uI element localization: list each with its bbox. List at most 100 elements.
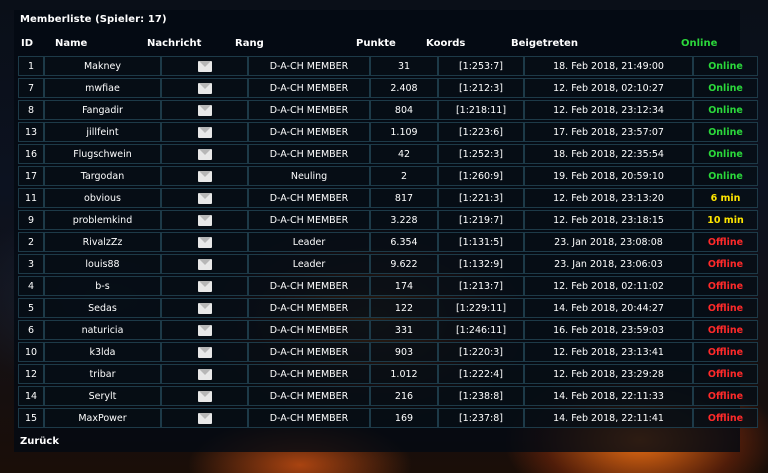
member-coords[interactable]: [1:220:3]: [438, 342, 524, 362]
header-id[interactable]: ID: [21, 38, 33, 49]
member-status: Offline: [693, 364, 758, 384]
envelope-icon[interactable]: [197, 259, 212, 270]
member-name[interactable]: problemkind: [44, 210, 161, 230]
member-name[interactable]: naturicia: [44, 320, 161, 340]
member-points: 42: [370, 144, 438, 164]
member-rank: D-A-CH MEMBER: [248, 364, 370, 384]
send-message-button[interactable]: [161, 166, 248, 186]
table-row: 4 b-s D-A-CH MEMBER 174 [1:213:7] 12. Fe…: [18, 276, 758, 296]
member-coords[interactable]: [1:212:3]: [438, 78, 524, 98]
envelope-icon[interactable]: [197, 105, 212, 116]
member-coords[interactable]: [1:219:7]: [438, 210, 524, 230]
member-name[interactable]: Serylt: [44, 386, 161, 406]
send-message-button[interactable]: [161, 320, 248, 340]
send-message-button[interactable]: [161, 342, 248, 362]
member-rank: Leader: [248, 232, 370, 252]
member-name[interactable]: obvious: [44, 188, 161, 208]
member-points: 2: [370, 166, 438, 186]
table-row: 8 Fangadir D-A-CH MEMBER 804 [1:218:11] …: [18, 100, 758, 120]
member-name[interactable]: jillfeint: [44, 122, 161, 142]
send-message-button[interactable]: [161, 210, 248, 230]
member-name[interactable]: k3lda: [44, 342, 161, 362]
envelope-icon[interactable]: [197, 347, 212, 358]
header-coords[interactable]: Koords: [426, 38, 465, 49]
member-name[interactable]: b-s: [44, 276, 161, 296]
envelope-icon[interactable]: [197, 215, 212, 226]
envelope-icon[interactable]: [197, 303, 212, 314]
envelope-icon[interactable]: [197, 413, 212, 424]
header-name[interactable]: Name: [55, 38, 87, 49]
member-name[interactable]: Targodan: [44, 166, 161, 186]
send-message-button[interactable]: [161, 144, 248, 164]
member-rank: D-A-CH MEMBER: [248, 56, 370, 76]
member-id: 16: [18, 144, 44, 164]
send-message-button[interactable]: [161, 232, 248, 252]
member-coords[interactable]: [1:246:11]: [438, 320, 524, 340]
member-coords[interactable]: [1:222:4]: [438, 364, 524, 384]
table-row: 7 mwfiae D-A-CH MEMBER 2.408 [1:212:3] 1…: [18, 78, 758, 98]
member-name[interactable]: tribar: [44, 364, 161, 384]
envelope-icon[interactable]: [197, 61, 212, 72]
member-coords[interactable]: [1:237:8]: [438, 408, 524, 428]
envelope-icon[interactable]: [197, 193, 212, 204]
member-status: Online: [693, 166, 758, 186]
header-rank[interactable]: Rang: [235, 38, 264, 49]
member-name[interactable]: Fangadir: [44, 100, 161, 120]
envelope-icon[interactable]: [197, 325, 212, 336]
member-coords[interactable]: [1:132:9]: [438, 254, 524, 274]
envelope-icon[interactable]: [197, 171, 212, 182]
header-joined[interactable]: Beigetreten: [511, 38, 578, 49]
send-message-button[interactable]: [161, 56, 248, 76]
envelope-icon[interactable]: [197, 281, 212, 292]
member-coords[interactable]: [1:238:8]: [438, 386, 524, 406]
member-points: 2.408: [370, 78, 438, 98]
send-message-button[interactable]: [161, 386, 248, 406]
member-joined: 23. Jan 2018, 23:08:08: [524, 232, 693, 252]
send-message-button[interactable]: [161, 298, 248, 318]
member-coords[interactable]: [1:252:3]: [438, 144, 524, 164]
member-name[interactable]: mwfiae: [44, 78, 161, 98]
member-status: Offline: [693, 320, 758, 340]
member-name[interactable]: MaxPower: [44, 408, 161, 428]
member-coords[interactable]: [1:218:11]: [438, 100, 524, 120]
send-message-button[interactable]: [161, 78, 248, 98]
member-id: 3: [18, 254, 44, 274]
member-rank: Leader: [248, 254, 370, 274]
member-name[interactable]: Makney: [44, 56, 161, 76]
member-coords[interactable]: [1:213:7]: [438, 276, 524, 296]
member-joined: 18. Feb 2018, 22:35:54: [524, 144, 693, 164]
send-message-button[interactable]: [161, 254, 248, 274]
member-name[interactable]: Sedas: [44, 298, 161, 318]
member-status: Offline: [693, 408, 758, 428]
member-joined: 16. Feb 2018, 23:59:03: [524, 320, 693, 340]
send-message-button[interactable]: [161, 364, 248, 384]
member-coords[interactable]: [1:223:6]: [438, 122, 524, 142]
send-message-button[interactable]: [161, 408, 248, 428]
envelope-icon[interactable]: [197, 369, 212, 380]
envelope-icon[interactable]: [197, 237, 212, 248]
member-coords[interactable]: [1:131:5]: [438, 232, 524, 252]
envelope-icon[interactable]: [197, 83, 212, 94]
back-link[interactable]: Zurück: [20, 436, 59, 447]
member-coords[interactable]: [1:253:7]: [438, 56, 524, 76]
send-message-button[interactable]: [161, 276, 248, 296]
send-message-button[interactable]: [161, 100, 248, 120]
envelope-icon[interactable]: [197, 391, 212, 402]
member-coords[interactable]: [1:221:3]: [438, 188, 524, 208]
envelope-icon[interactable]: [197, 149, 212, 160]
member-points: 331: [370, 320, 438, 340]
member-rank: D-A-CH MEMBER: [248, 78, 370, 98]
header-points[interactable]: Punkte: [356, 38, 396, 49]
send-message-button[interactable]: [161, 122, 248, 142]
member-coords[interactable]: [1:260:9]: [438, 166, 524, 186]
member-name[interactable]: RivalzZz: [44, 232, 161, 252]
table-row: 3 louis88 Leader 9.622 [1:132:9] 23. Jan…: [18, 254, 758, 274]
envelope-icon[interactable]: [197, 127, 212, 138]
table-row: 5 Sedas D-A-CH MEMBER 122 [1:229:11] 14.…: [18, 298, 758, 318]
member-coords[interactable]: [1:229:11]: [438, 298, 524, 318]
send-message-button[interactable]: [161, 188, 248, 208]
header-online[interactable]: Online: [681, 38, 717, 49]
member-rank: D-A-CH MEMBER: [248, 386, 370, 406]
member-name[interactable]: Flugschwein: [44, 144, 161, 164]
member-name[interactable]: louis88: [44, 254, 161, 274]
